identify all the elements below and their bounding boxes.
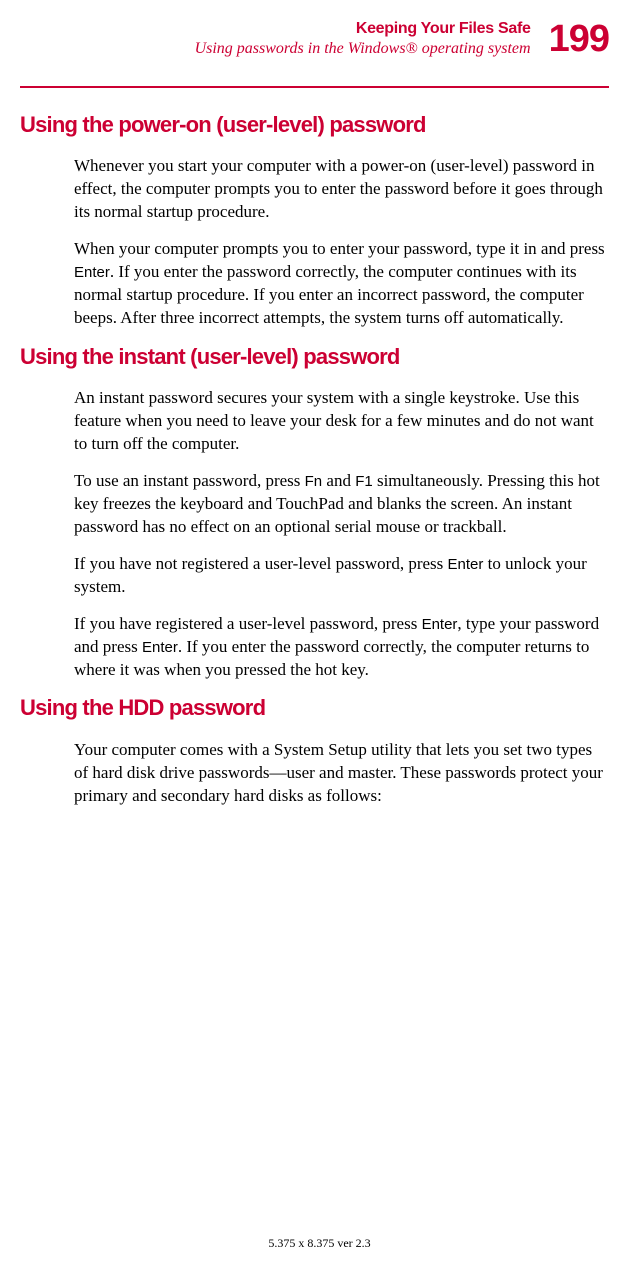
text-run: Whenever you start your computer with a … bbox=[74, 156, 603, 221]
header-text-block: Keeping Your Files Safe Using passwords … bbox=[195, 20, 531, 58]
key-label: Enter bbox=[74, 264, 110, 281]
body-paragraph: Whenever you start your computer with a … bbox=[74, 155, 609, 224]
text-run: Your computer comes with a System Setup … bbox=[74, 740, 603, 805]
body-paragraph: Your computer comes with a System Setup … bbox=[74, 739, 609, 808]
body-paragraph: If you have not registered a user-level … bbox=[74, 553, 609, 599]
page-number: 199 bbox=[549, 20, 609, 58]
page-header: Keeping Your Files Safe Using passwords … bbox=[0, 0, 639, 68]
text-run: If you have registered a user-level pass… bbox=[74, 614, 422, 633]
key-label: Enter bbox=[448, 556, 484, 573]
key-label: Enter bbox=[142, 639, 178, 656]
key-label: Enter bbox=[422, 616, 458, 633]
content-area: Using the power-on (user-level) password… bbox=[0, 88, 639, 808]
text-run: and bbox=[322, 471, 355, 490]
text-run: When your computer prompts you to enter … bbox=[74, 239, 605, 258]
body-paragraph: To use an instant password, press Fn and… bbox=[74, 470, 609, 539]
body-paragraph: If you have registered a user-level pass… bbox=[74, 613, 609, 682]
section-subtitle: Using passwords in the Windows® operatin… bbox=[195, 40, 531, 58]
text-run: To use an instant password, press bbox=[74, 471, 305, 490]
section-heading: Using the HDD password bbox=[20, 695, 609, 720]
page-footer: 5.375 x 8.375 ver 2.3 bbox=[0, 1236, 639, 1251]
section-heading: Using the power-on (user-level) password bbox=[20, 112, 609, 137]
body-paragraph: When your computer prompts you to enter … bbox=[74, 238, 609, 330]
text-run: An instant password secures your system … bbox=[74, 388, 594, 453]
key-label: F1 bbox=[355, 473, 373, 490]
key-label: Fn bbox=[305, 473, 323, 490]
text-run: If you have not registered a user-level … bbox=[74, 554, 448, 573]
chapter-title: Keeping Your Files Safe bbox=[195, 20, 531, 38]
body-paragraph: An instant password secures your system … bbox=[74, 387, 609, 456]
section-heading: Using the instant (user-level) password bbox=[20, 344, 609, 369]
text-run: . If you enter the password correctly, t… bbox=[74, 262, 584, 327]
